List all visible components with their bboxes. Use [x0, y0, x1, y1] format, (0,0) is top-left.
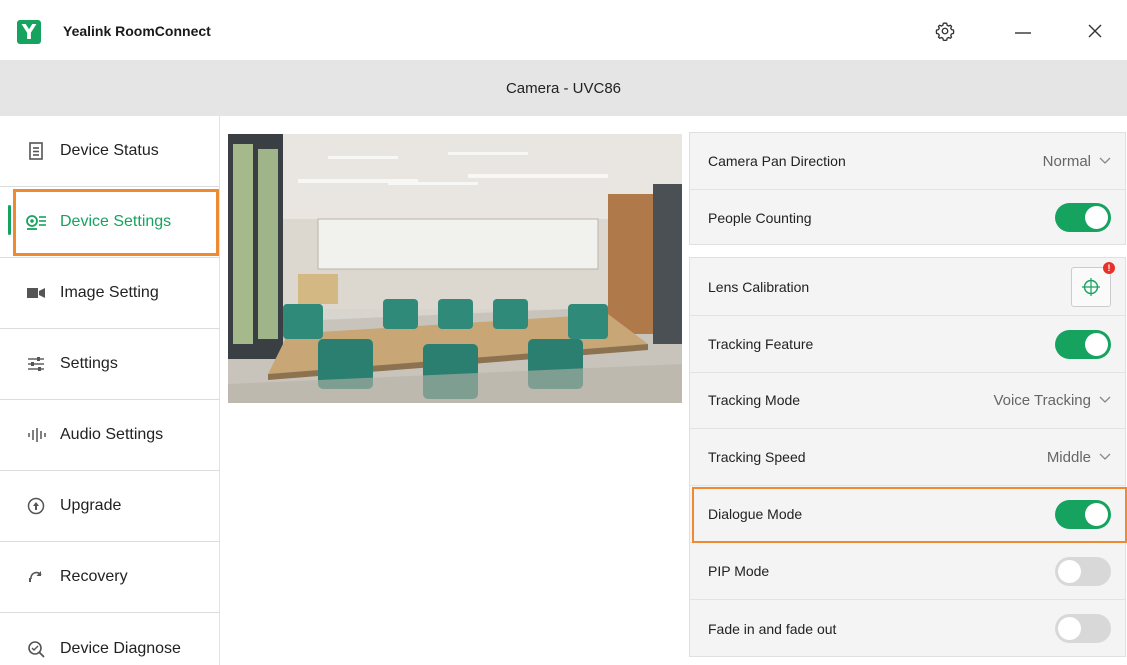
sidebar-item-label: Image Setting: [60, 284, 159, 301]
device-header: Camera - UVC86: [0, 60, 1127, 116]
sliders-icon: [25, 353, 47, 375]
tracking-mode-row: Tracking Mode Voice Tracking: [690, 372, 1125, 429]
close-button[interactable]: [1080, 16, 1110, 46]
document-icon: [25, 140, 47, 162]
toggle-knob: [1058, 617, 1081, 640]
lens-calibration-button[interactable]: !: [1071, 261, 1115, 307]
toggle-knob: [1085, 502, 1108, 526]
sidebar-item-settings[interactable]: Settings: [0, 329, 220, 400]
sidebar-item-upgrade[interactable]: Upgrade: [0, 471, 220, 542]
sidebar-item-label: Audio Settings: [60, 426, 164, 443]
pip-mode-toggle[interactable]: [1055, 556, 1111, 586]
fade-toggle[interactable]: [1055, 614, 1111, 643]
tracking-feature-label: Tracking Feature: [708, 336, 814, 352]
settings-button[interactable]: [930, 16, 960, 46]
fade-label: Fade in and fade out: [708, 620, 837, 637]
sidebar-item-label: Upgrade: [60, 497, 122, 514]
chevron-down-icon: [1099, 157, 1111, 164]
lens-calibration-label: Lens Calibration: [708, 278, 810, 295]
active-indicator: [8, 205, 11, 235]
title-bar: Y Yealink RoomConnect: [0, 0, 1127, 60]
dialogue-mode-toggle[interactable]: [1055, 499, 1111, 529]
tracking-feature-row: Tracking Feature: [690, 316, 1125, 373]
recovery-icon: [25, 566, 47, 588]
people-counting-toggle[interactable]: [1055, 203, 1111, 232]
crosshair-icon: [1082, 277, 1100, 296]
sidebar-item-image-setting[interactable]: Image Setting: [0, 258, 220, 329]
upgrade-arrow-icon: [25, 495, 47, 517]
lens-calibration-row: Lens Calibration !: [690, 258, 1125, 316]
app-title: Yealink RoomConnect: [63, 23, 211, 39]
alert-badge: !: [1103, 261, 1115, 274]
camera-settings-panel: Camera Pan Direction Normal People Count…: [689, 132, 1126, 245]
sidebar-item-label: Recovery: [60, 568, 128, 585]
sidebar-item-label: Device Diagnose: [60, 639, 181, 657]
fade-row: Fade in and fade out: [690, 600, 1125, 657]
camera-preview-image: [228, 134, 682, 403]
pip-mode-label: PIP Mode: [708, 563, 770, 579]
audio-bars-icon: [25, 424, 47, 446]
people-counting-row: People Counting: [690, 189, 1125, 246]
sidebar-item-device-settings[interactable]: Device Settings: [0, 187, 220, 258]
device-settings-icon: [25, 211, 47, 233]
tracking-speed-label: Tracking Speed: [708, 449, 806, 465]
dialogue-mode-row: Dialogue Mode: [690, 486, 1125, 543]
camera-pan-direction-value: Normal: [1042, 152, 1091, 170]
people-counting-label: People Counting: [708, 209, 812, 226]
tracking-mode-select[interactable]: Voice Tracking: [993, 392, 1111, 409]
pip-mode-row: PIP Mode: [690, 543, 1125, 600]
sidebar-item-label: Device Settings: [60, 213, 172, 230]
tracking-feature-toggle[interactable]: [1055, 329, 1111, 359]
sidebar-item-device-diagnose[interactable]: Device Diagnose: [0, 613, 220, 665]
sidebar-item-label: Device Status: [60, 142, 159, 159]
sidebar: Device Status Device Settings Image Sett…: [0, 116, 220, 665]
dialogue-mode-label: Dialogue Mode: [708, 506, 803, 522]
diagnose-search-icon: [25, 638, 47, 660]
tracking-settings-panel: Lens Calibration ! Tracking Feature Trac…: [689, 257, 1126, 657]
tracking-speed-row: Tracking Speed Middle: [690, 429, 1125, 486]
sidebar-item-label: Settings: [60, 355, 118, 372]
toggle-knob: [1085, 206, 1108, 229]
camera-pan-direction-select[interactable]: Normal: [1043, 153, 1111, 170]
tracking-mode-label: Tracking Mode: [708, 392, 801, 408]
gear-icon: [935, 22, 955, 41]
sidebar-item-device-status[interactable]: Device Status: [0, 116, 220, 187]
tracking-speed-select[interactable]: Middle: [1047, 449, 1111, 466]
video-camera-icon: [25, 282, 47, 304]
camera-pan-direction-label: Camera Pan Direction: [708, 153, 846, 169]
sidebar-item-recovery[interactable]: Recovery: [0, 542, 220, 613]
camera-pan-direction-row: Camera Pan Direction Normal: [690, 133, 1125, 190]
tracking-mode-value: Voice Tracking: [993, 391, 1091, 409]
device-title: Camera - UVC86: [505, 79, 622, 97]
minimize-button[interactable]: [1008, 16, 1038, 46]
sidebar-item-audio-settings[interactable]: Audio Settings: [0, 400, 220, 471]
app-logo: Y: [17, 20, 41, 44]
camera-preview: [228, 134, 682, 403]
tracking-speed-value: Middle: [1046, 448, 1091, 466]
toggle-knob: [1058, 559, 1081, 583]
minimize-icon: [1015, 32, 1031, 34]
chevron-down-icon: [1099, 453, 1111, 460]
close-icon: [1088, 24, 1102, 38]
toggle-knob: [1085, 332, 1108, 356]
chevron-down-icon: [1099, 396, 1111, 403]
